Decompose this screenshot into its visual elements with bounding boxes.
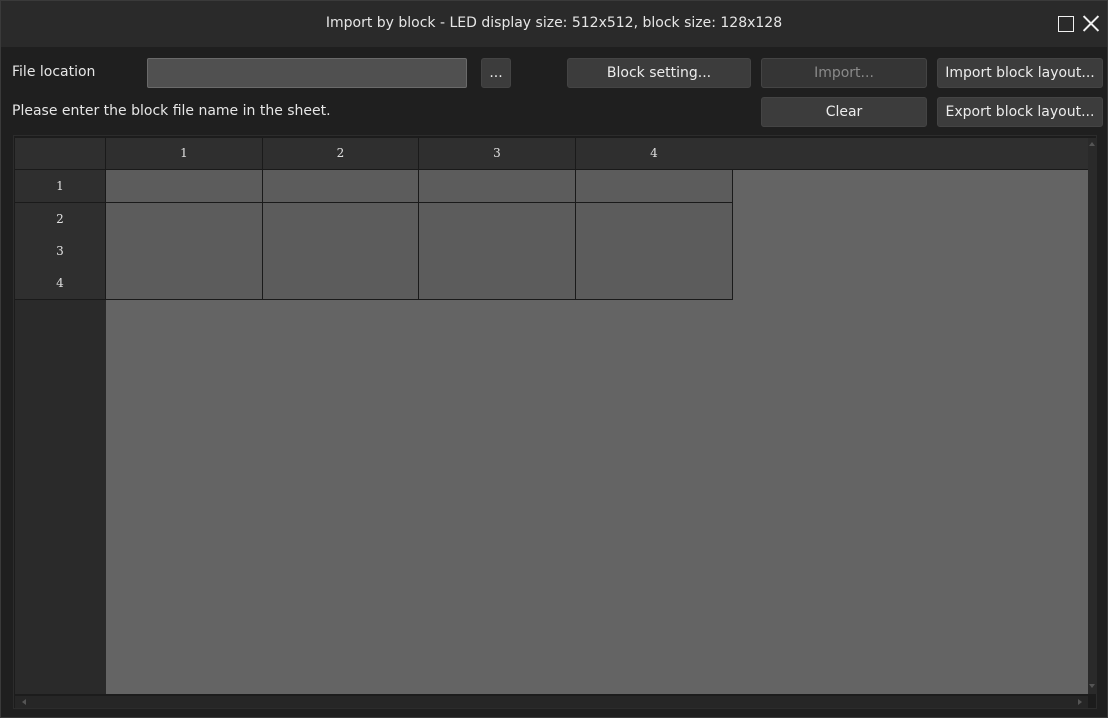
row-header[interactable]: 3 xyxy=(15,235,106,268)
close-icon[interactable] xyxy=(1081,13,1101,33)
sheet-cell[interactable] xyxy=(419,267,576,300)
browse-button[interactable]: ... xyxy=(481,58,511,88)
import-button[interactable]: Import... xyxy=(761,58,927,88)
column-header[interactable]: 4 xyxy=(576,138,733,170)
column-header-empty xyxy=(732,138,1088,170)
sheet-cell[interactable] xyxy=(263,170,419,203)
sheet-cell[interactable] xyxy=(106,235,263,268)
window-title: Import by block - LED display size: 512x… xyxy=(325,15,783,31)
sheet-cell[interactable] xyxy=(576,203,733,236)
column-header[interactable]: 1 xyxy=(106,138,263,170)
import-block-layout-button[interactable]: Import block layout... xyxy=(937,58,1103,88)
scroll-left-icon[interactable] xyxy=(22,699,26,705)
sheet-cell[interactable] xyxy=(263,203,419,236)
maximize-icon[interactable] xyxy=(1055,13,1075,33)
sheet-cell[interactable] xyxy=(106,203,263,236)
export-block-layout-button[interactable]: Export block layout... xyxy=(937,97,1103,127)
column-header[interactable]: 3 xyxy=(419,138,576,170)
block-sheet: 1 2 3 4 1 2 3 4 xyxy=(13,135,1097,709)
sheet-area xyxy=(106,170,1088,694)
sheet-cell[interactable] xyxy=(106,170,263,203)
sheet-cell[interactable] xyxy=(419,235,576,268)
sheet-cell[interactable] xyxy=(106,267,263,300)
sheet-cell[interactable] xyxy=(419,203,576,236)
file-location-input[interactable] xyxy=(147,58,467,88)
sheet-cell[interactable] xyxy=(576,267,733,300)
sheet-cell[interactable] xyxy=(263,235,419,268)
row-header[interactable]: 2 xyxy=(15,203,106,236)
block-setting-button[interactable]: Block setting... xyxy=(567,58,751,88)
sheet-cell[interactable] xyxy=(263,267,419,300)
scroll-up-icon[interactable] xyxy=(1089,142,1095,146)
file-location-label: File location xyxy=(12,64,96,80)
sheet-cell[interactable] xyxy=(576,170,733,203)
instruction-text: Please enter the block file name in the … xyxy=(12,103,331,119)
row-header[interactable]: 4 xyxy=(15,267,106,300)
vertical-scrollbar[interactable] xyxy=(1088,138,1097,694)
title-bar: Import by block - LED display size: 512x… xyxy=(1,1,1107,47)
scroll-down-icon[interactable] xyxy=(1089,684,1095,688)
horizontal-scrollbar[interactable] xyxy=(15,696,1088,708)
sheet-cell[interactable] xyxy=(419,170,576,203)
sheet-cell[interactable] xyxy=(576,235,733,268)
scroll-right-icon[interactable] xyxy=(1078,699,1082,705)
clear-button[interactable]: Clear xyxy=(761,97,927,127)
column-header[interactable]: 2 xyxy=(263,138,419,170)
sheet-corner[interactable] xyxy=(15,138,106,170)
import-by-block-dialog: Import by block - LED display size: 512x… xyxy=(0,0,1108,718)
row-header[interactable]: 1 xyxy=(15,170,106,203)
